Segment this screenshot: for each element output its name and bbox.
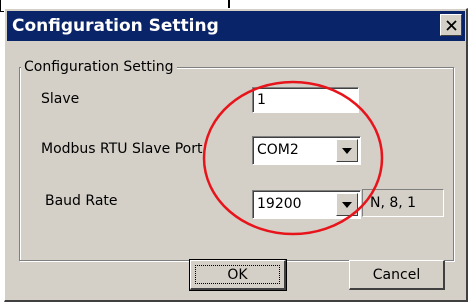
close-x-icon — [446, 20, 457, 31]
title-bar[interactable]: Configuration Setting — [7, 11, 465, 41]
groupbox-legend: Configuration Setting — [21, 59, 177, 75]
cancel-button[interactable]: Cancel — [349, 260, 445, 290]
screen: Configuration Setting Configuration Sett… — [0, 0, 468, 302]
port-label: Modbus RTU Slave Port — [41, 141, 203, 157]
ok-button[interactable]: OK — [189, 259, 287, 291]
baud-rate-label: Baud Rate — [45, 193, 118, 209]
ok-button-label: OK — [227, 267, 248, 283]
close-button[interactable] — [440, 14, 462, 36]
red-circle-annotation — [202, 80, 384, 236]
slave-label: Slave — [41, 91, 80, 107]
dialog-title: Configuration Setting — [12, 16, 219, 36]
cancel-button-label: Cancel — [372, 267, 421, 283]
